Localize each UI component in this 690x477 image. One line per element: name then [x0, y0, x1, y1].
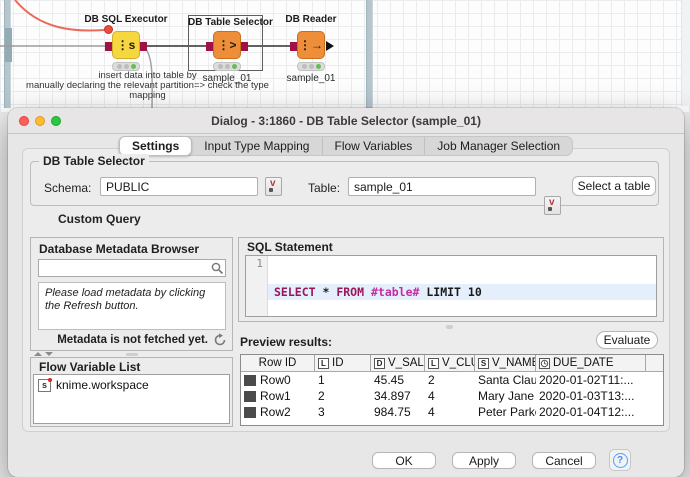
splitter-down-icon[interactable] — [45, 352, 53, 356]
flow-variable-item[interactable]: s knime.workspace — [34, 375, 229, 395]
search-icon[interactable] — [209, 260, 225, 276]
dialog-title: Dialog - 3:1860 - DB Table Selector (sam… — [8, 108, 684, 134]
long-type-icon: L — [318, 358, 329, 369]
metadata-search-input[interactable] — [39, 261, 209, 275]
sql-table-placeholder: #table# — [371, 285, 419, 299]
string-type-icon: S — [478, 358, 489, 369]
reader-node-caption: sample_01 — [281, 73, 341, 84]
custom-query-label: Custom Query — [58, 212, 141, 226]
annotation-line-3: mapping — [25, 91, 270, 101]
column-header-filler — [646, 355, 663, 372]
executor-output-port[interactable] — [140, 42, 147, 51]
help-icon: ? — [613, 453, 628, 468]
table-flow-variable-button[interactable]: v — [544, 196, 561, 215]
ok-button[interactable]: OK — [372, 452, 436, 469]
table-input[interactable] — [348, 177, 536, 196]
db-sql-executor-icon: ⋮s — [117, 38, 136, 52]
flow-variable-list-title: Flow Variable List — [39, 360, 140, 374]
row-color-swatch — [244, 375, 256, 386]
metadata-browser-title: Database Metadata Browser — [39, 242, 199, 256]
sql-editor[interactable]: 1 SELECT * FROM #table# LIMIT 10 — [245, 255, 657, 317]
database-metadata-browser-panel: Database Metadata Browser Please load me… — [30, 237, 233, 351]
schema-flow-variable-button[interactable]: v — [265, 177, 282, 196]
tab-flow-variables[interactable]: Flow Variables — [322, 137, 425, 155]
row-color-swatch — [244, 407, 256, 418]
db-table-selector-icon: ⋮> — [217, 38, 236, 52]
column-header-vsale[interactable]: DV_SALE — [371, 355, 425, 372]
flow-variable-list[interactable]: s knime.workspace — [33, 374, 230, 424]
row-color-swatch — [244, 391, 256, 402]
preview-results-label: Preview results: — [240, 335, 332, 349]
workflow-canvas[interactable]: DB SQL Executor ⋮s DB Table Selector ⋮> … — [0, 0, 690, 112]
splitter-up-icon[interactable] — [34, 352, 42, 356]
selector-input-port[interactable] — [206, 42, 213, 51]
schema-input[interactable] — [100, 177, 258, 196]
metadata-search-box[interactable] — [38, 259, 226, 277]
splitter-handle[interactable] — [126, 353, 138, 356]
dialog-tab-bar: Settings Input Type Mapping Flow Variabl… — [119, 136, 573, 156]
selector-output-port[interactable] — [241, 42, 248, 51]
datetime-type-icon — [539, 358, 550, 369]
table-label: Table: — [308, 181, 340, 195]
refresh-icon[interactable] — [213, 333, 227, 347]
help-button[interactable]: ? — [609, 449, 631, 471]
tab-input-type-mapping[interactable]: Input Type Mapping — [192, 137, 322, 155]
cancel-button[interactable]: Cancel — [532, 452, 596, 469]
column-header-duedate[interactable]: DUE_DATE — [536, 355, 646, 372]
sql-code-area[interactable]: SELECT * FROM #table# LIMIT 10 — [268, 256, 656, 316]
dialog-titlebar[interactable]: Dialog - 3:1860 - DB Table Selector (sam… — [8, 108, 684, 134]
reader-input-port[interactable] — [290, 42, 297, 51]
reader-status-traffic-light — [297, 62, 325, 71]
evaluate-button[interactable]: Evaluate — [596, 331, 658, 349]
column-header-rowid[interactable]: Row ID — [241, 355, 315, 372]
metadata-status-row: Metadata is not fetched yet. — [31, 333, 227, 347]
reader-output-port[interactable] — [326, 41, 334, 51]
group-title: DB Table Selector — [39, 154, 149, 168]
node-db-table-selector[interactable]: ⋮> — [213, 31, 241, 59]
workflow-annotation: insert data into table by manually decla… — [25, 71, 270, 101]
executor-input-port[interactable] — [105, 42, 112, 51]
double-type-icon: D — [374, 358, 385, 369]
preview-results-table[interactable]: Row ID LID DV_SALE LV_CLU... SV_NAME DUE… — [240, 354, 664, 426]
db-table-selector-dialog: Dialog - 3:1860 - DB Table Selector (sam… — [8, 108, 684, 477]
flow-variable-list-panel: Flow Variable List s knime.workspace — [30, 357, 233, 427]
metadata-status-text: Metadata is not fetched yet. — [57, 334, 208, 346]
sql-current-line[interactable]: SELECT * FROM #table# LIMIT 10 — [268, 284, 656, 300]
apply-button[interactable]: Apply — [452, 452, 516, 469]
table-row[interactable]: Row2 3 984.75 4 Peter Parker 2020-01-04T… — [241, 404, 663, 420]
sql-line-number: 1 — [246, 256, 268, 316]
table-row[interactable]: Row1 2 34.897 4 Mary Jane 2020-01-03T13:… — [241, 388, 663, 404]
sql-statement-title: SQL Statement — [247, 240, 333, 254]
sql-keyword: FROM — [336, 285, 364, 299]
long-type-icon: L — [428, 358, 439, 369]
db-reader-icon: ⋮→ — [299, 38, 323, 52]
metadata-message: Please load metadata by clicking the Ref… — [38, 282, 226, 330]
node-title-db-reader: DB Reader — [275, 14, 347, 25]
tab-settings[interactable]: Settings — [119, 136, 192, 156]
column-header-vclu[interactable]: LV_CLU... — [425, 355, 475, 372]
selector-status-traffic-light — [213, 62, 241, 71]
table-header-row: Row ID LID DV_SALE LV_CLU... SV_NAME DUE… — [241, 355, 663, 372]
column-header-vname[interactable]: SV_NAME — [475, 355, 536, 372]
tab-job-manager-selection[interactable]: Job Manager Selection — [425, 137, 572, 155]
node-db-sql-executor[interactable]: ⋮s — [112, 31, 140, 59]
horizontal-splitter-handle[interactable] — [446, 325, 453, 329]
select-a-table-button[interactable]: Select a table — [572, 176, 656, 196]
node-title-db-sql-executor: DB SQL Executor — [76, 14, 176, 25]
sql-statement-panel: SQL Statement 1 SELECT * FROM #table# LI… — [238, 237, 664, 322]
schema-label: Schema: — [44, 181, 91, 195]
node-title-db-table-selector: DB Table Selector — [188, 17, 263, 28]
sql-keyword: SELECT — [274, 285, 316, 299]
node-db-reader[interactable]: ⋮→ — [297, 31, 325, 59]
string-variable-icon: s — [38, 379, 51, 392]
column-header-id[interactable]: LID — [315, 355, 371, 372]
flow-variable-name: knime.workspace — [56, 378, 149, 392]
table-row[interactable]: Row0 1 45.45 2 Santa Claus 2020-01-02T11… — [241, 372, 663, 388]
